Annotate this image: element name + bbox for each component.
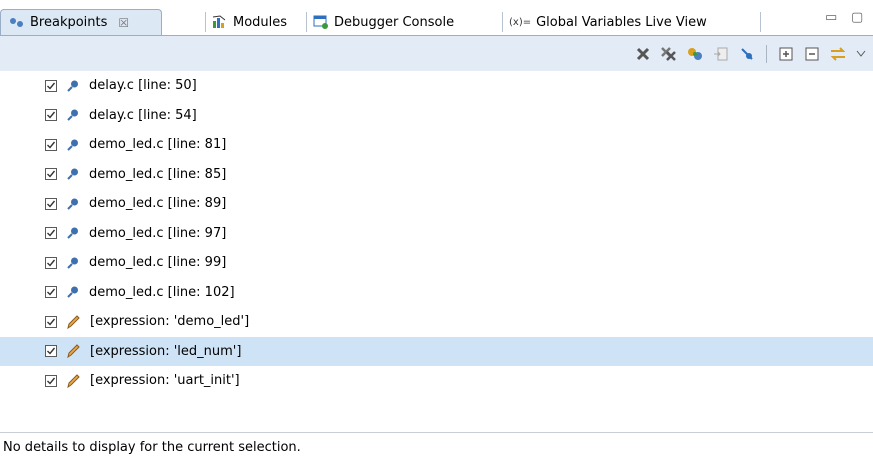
tab-label: Debugger Console [334,14,455,30]
breakpoint-label: delay.c [line: 54] [89,107,197,123]
checkbox[interactable] [45,345,57,358]
tab-label: Breakpoints [30,15,108,30]
breakpoint-label: [expression: 'demo_led'] [90,314,250,330]
line-breakpoint-icon [65,225,81,241]
checkbox[interactable] [45,374,57,387]
tab-label: Global Variables Live View [536,14,707,30]
breakpoint-label: delay.c [line: 50] [89,78,197,94]
checkbox[interactable] [45,227,57,240]
list-item[interactable]: demo_led.c [line: 81] [0,130,873,160]
breakpoints-icon [9,17,25,29]
link-editor-icon[interactable] [827,43,849,65]
checkbox[interactable] [45,138,57,151]
remove-breakpoint-icon[interactable] [632,43,654,65]
minimize-icon[interactable]: ▭ [825,10,837,25]
line-breakpoint-icon [65,166,81,182]
line-breakpoint-icon [65,78,81,94]
line-breakpoint-icon [65,284,81,300]
breakpoint-label: demo_led.c [line: 89] [89,196,227,212]
breakpoint-label: [expression: 'uart_init'] [90,373,240,389]
breakpoints-list: delay.c [line: 50] delay.c [line: 54] de… [0,71,873,396]
list-item[interactable]: [expression: 'uart_init'] [0,366,873,396]
tab-modules[interactable]: Modules [206,9,293,35]
list-item[interactable]: demo_led.c [line: 97] [0,219,873,249]
console-icon [313,14,329,30]
breakpoint-label: demo_led.c [line: 99] [89,255,227,271]
list-item[interactable]: demo_led.c [line: 89] [0,189,873,219]
breakpoints-toolbar [0,35,873,71]
list-item[interactable]: demo_led.c [line: 102] [0,278,873,308]
tab-debugger-console[interactable]: Debugger Console [307,9,460,35]
list-item[interactable]: demo_led.c [line: 85] [0,160,873,190]
list-item[interactable]: [expression: 'demo_led'] [0,307,873,337]
line-breakpoint-icon [65,137,81,153]
breakpoint-label: demo_led.c [line: 97] [89,225,227,241]
tab-label: Modules [233,14,288,30]
variables-icon: (x)= [509,16,532,28]
line-breakpoint-icon [65,255,81,271]
breakpoint-label: [expression: 'led_num'] [90,343,242,359]
checkbox[interactable] [45,286,57,299]
link-view-icon[interactable] [684,43,706,65]
list-item[interactable]: [expression: 'led_num'] [0,336,873,366]
line-breakpoint-icon [65,196,81,212]
checkbox[interactable] [45,79,57,92]
pencil-icon [65,373,81,389]
close-icon[interactable]: ☒ [118,16,129,30]
list-item[interactable]: demo_led.c [line: 99] [0,248,873,278]
expand-all-icon[interactable] [775,43,797,65]
toolbar-separator [766,44,767,63]
list-item[interactable]: delay.c [line: 50] [0,71,873,101]
goto-file-icon[interactable] [710,43,732,65]
checkbox[interactable] [45,315,57,328]
view-menu-icon[interactable] [853,43,869,65]
details-divider [0,432,873,433]
breakpoint-label: demo_led.c [line: 85] [89,166,227,182]
pencil-icon [65,314,81,330]
tab-global-variables[interactable]: (x)= Global Variables Live View [503,9,713,35]
view-tab-bar: Breakpoints ☒ Modules Debugger Console (… [0,0,873,35]
checkbox[interactable] [45,168,57,181]
tab-divider [760,12,761,32]
modules-icon [212,15,228,29]
skip-breakpoints-icon[interactable] [736,43,758,65]
pencil-icon [65,343,81,359]
checkbox[interactable] [45,109,57,122]
checkbox[interactable] [45,197,57,210]
maximize-icon[interactable]: ▢ [851,10,863,25]
tab-breakpoints[interactable]: Breakpoints ☒ [0,9,162,35]
remove-all-breakpoints-icon[interactable] [658,43,680,65]
checkbox[interactable] [45,256,57,269]
list-item[interactable]: delay.c [line: 54] [0,101,873,131]
line-breakpoint-icon [65,107,81,123]
details-pane-text: No details to display for the current se… [3,440,301,455]
breakpoint-label: demo_led.c [line: 102] [89,284,235,300]
breakpoint-label: demo_led.c [line: 81] [89,137,227,153]
collapse-all-icon[interactable] [801,43,823,65]
